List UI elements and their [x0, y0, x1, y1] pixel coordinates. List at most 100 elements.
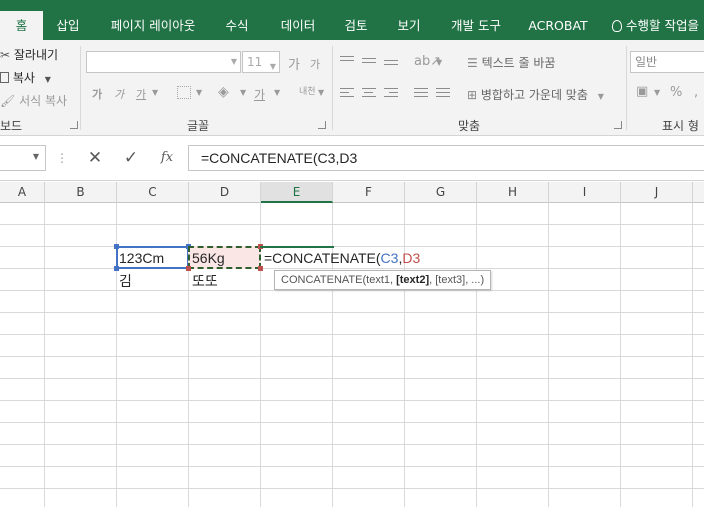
enter-button[interactable]: ✓: [119, 145, 143, 171]
column-header-E[interactable]: E: [261, 182, 333, 203]
merge-center-label: 병합하고 가운데 맞춤: [480, 88, 588, 102]
grid-line: [404, 203, 405, 507]
group-separator: [626, 46, 627, 130]
number-format-combo[interactable]: 일반: [630, 51, 704, 73]
tab-page-layout[interactable]: 페이지 레이아웃: [97, 11, 209, 40]
chevron-down-icon: ▼: [269, 62, 276, 71]
grid-line: [0, 466, 704, 467]
grid-line: [0, 334, 704, 335]
column-header-F[interactable]: F: [333, 182, 405, 203]
column-header-B[interactable]: B: [45, 182, 117, 203]
tab-formulas[interactable]: 수식: [215, 11, 259, 40]
tab-data[interactable]: 데이터: [270, 11, 326, 40]
border-icon[interactable]: [177, 86, 191, 99]
shrink-font-button[interactable]: 가: [310, 56, 320, 72]
group-separator: [80, 46, 81, 130]
insert-function-button[interactable]: fx: [155, 145, 179, 171]
lightbulb-icon: [612, 20, 622, 32]
chevron-down-icon[interactable]: ▼: [240, 88, 246, 97]
align-middle-icon[interactable]: [362, 58, 376, 66]
comma-style-button[interactable]: ,: [694, 85, 698, 100]
column-header-D[interactable]: D: [189, 182, 261, 203]
chevron-down-icon[interactable]: ▼: [274, 88, 280, 97]
grid-line: [620, 203, 621, 507]
worksheet-grid[interactable]: [0, 203, 704, 507]
formula-input[interactable]: =CONCATENATE(C3,D3: [188, 145, 704, 171]
column-header-H[interactable]: H: [477, 182, 549, 203]
tooltip-rest: , [text3], ...): [429, 274, 485, 286]
tab-acrobat[interactable]: ACROBAT: [521, 11, 595, 40]
tell-me-box[interactable]: 수행할 작업을: [612, 11, 699, 40]
grid-line: [476, 203, 477, 507]
cell-d4[interactable]: 또또: [192, 271, 218, 291]
align-top-icon[interactable]: [340, 56, 354, 64]
align-bottom-icon[interactable]: [384, 60, 398, 68]
cell-e3-formula[interactable]: =CONCATENATE(C3,D3: [264, 250, 420, 266]
alignment-launcher-icon[interactable]: [614, 121, 622, 129]
align-right-icon[interactable]: [384, 88, 398, 100]
chevron-down-icon[interactable]: ▼: [152, 88, 158, 97]
increase-indent-icon[interactable]: [436, 88, 450, 100]
tab-view[interactable]: 보기: [387, 11, 431, 40]
font-launcher-icon[interactable]: [318, 121, 326, 129]
italic-button[interactable]: 가: [114, 86, 124, 102]
column-header-I[interactable]: I: [549, 182, 621, 203]
column-header-A[interactable]: A: [0, 182, 45, 203]
alignment-group-label: 맞춤: [458, 119, 481, 133]
copy-button[interactable]: 복사 ▼: [0, 69, 51, 86]
grow-font-button[interactable]: 가: [288, 54, 300, 73]
merge-center-button[interactable]: ⊞ 병합하고 가운데 맞춤 ▼: [467, 86, 604, 103]
tab-home[interactable]: 홈: [0, 11, 43, 40]
chevron-down-icon[interactable]: ▼: [436, 58, 442, 67]
reference-handle[interactable]: [114, 244, 119, 249]
scissors-icon: ✂: [0, 48, 11, 62]
ribbon-tab-bar: 홈 삽입 페이지 레이아웃 수식 데이터 검토 보기 개발 도구 ACROBAT…: [0, 0, 704, 40]
font-group-label: 글꼴: [187, 119, 210, 133]
tab-developer[interactable]: 개발 도구: [441, 11, 511, 40]
align-left-icon[interactable]: [340, 88, 354, 100]
clipboard-launcher-icon[interactable]: [70, 121, 78, 129]
format-painter-button[interactable]: 🖌 서식 복사: [0, 92, 67, 109]
reference-handle[interactable]: [186, 266, 191, 271]
cell-d3[interactable]: 56Kg: [192, 250, 225, 266]
wrap-text-icon: ☰: [467, 56, 478, 70]
chevron-down-icon[interactable]: ▼: [318, 88, 324, 97]
tab-insert[interactable]: 삽입: [43, 11, 93, 40]
column-header-C[interactable]: C: [117, 182, 189, 203]
formula-ref-c3: C3: [380, 250, 399, 266]
tab-review[interactable]: 검토: [334, 11, 378, 40]
font-name-combo[interactable]: ▼: [86, 51, 241, 73]
decrease-indent-icon[interactable]: [414, 88, 428, 100]
font-size-combo[interactable]: 11 ▼: [242, 51, 280, 73]
underline-button[interactable]: 가: [136, 86, 146, 102]
formula-bar-grip-icon: ⋮: [56, 151, 68, 165]
font-size-value: 11: [247, 55, 263, 69]
cancel-button[interactable]: ✕: [83, 145, 107, 171]
font-color-button[interactable]: 가: [254, 86, 265, 103]
accounting-format-icon[interactable]: ▣: [636, 84, 648, 99]
align-center-icon[interactable]: [362, 88, 376, 100]
chevron-down-icon[interactable]: ▼: [654, 88, 660, 97]
bold-button[interactable]: 가: [92, 86, 102, 102]
column-header-J[interactable]: J: [621, 182, 693, 203]
column-header-K[interactable]: [693, 182, 704, 203]
column-header-G[interactable]: G: [405, 182, 477, 203]
chevron-down-icon[interactable]: ▼: [196, 88, 202, 97]
cell-c3[interactable]: 123Cm: [119, 250, 164, 266]
wrap-text-button[interactable]: ☰ 텍스트 줄 바꿈: [467, 54, 555, 71]
cut-label: 잘라내기: [13, 48, 59, 62]
function-tooltip[interactable]: CONCATENATE(text1, [text2], [text3], ...…: [274, 270, 492, 290]
number-group-label: 표시 형: [662, 119, 699, 133]
grid-line: [0, 488, 704, 489]
wrap-text-label: 텍스트 줄 바꿈: [481, 56, 556, 70]
fill-color-icon[interactable]: ◈: [218, 84, 229, 100]
grid-line: [0, 246, 704, 247]
grid-line: [0, 422, 704, 423]
grid-line: [0, 290, 704, 291]
phonetic-button[interactable]: 내천: [299, 84, 316, 97]
chevron-down-icon: ▼: [230, 57, 237, 66]
percent-button[interactable]: %: [670, 85, 682, 100]
name-box[interactable]: ▼: [0, 145, 46, 171]
cut-button[interactable]: ✂ 잘라내기: [0, 46, 58, 63]
cell-c4[interactable]: 김: [119, 271, 132, 291]
